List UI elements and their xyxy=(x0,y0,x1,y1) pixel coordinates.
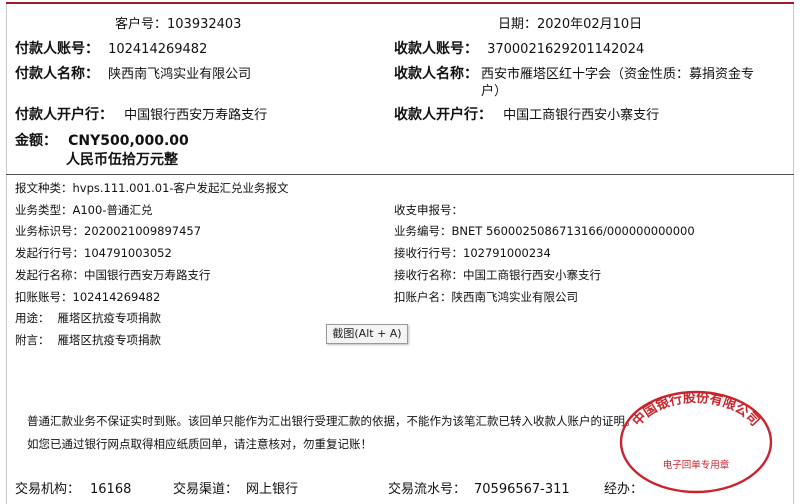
transaction-channel-value: 网上银行 xyxy=(246,482,299,497)
receiving-bank-name: 接收行名称：中国工商银行西安小寨支行 xyxy=(394,267,601,283)
business-number-value: BNET 5600025086713166/000000000000 xyxy=(451,224,695,238)
sending-bank-name-label: 发起行名称： xyxy=(15,268,84,282)
amount: 金额： CNY500,000.00 xyxy=(15,130,189,150)
receiving-bank-number-value: 102791000234 xyxy=(463,246,551,260)
customer-number-value: 103932403 xyxy=(167,17,242,32)
message-type: 报文种类：hvps.111.001.01-客户发起汇兑业务报文 xyxy=(15,180,289,196)
debit-account: 扣账账号：102414269482 xyxy=(15,289,160,305)
business-id-label: 业务标识号： xyxy=(15,224,84,238)
purpose-label: 用途： xyxy=(15,311,50,325)
purpose: 用途： 雁塔区抗疫专项捐款 xyxy=(15,310,161,326)
payer-bank: 付款人开户行： 中国银行西安万寿路支行 xyxy=(15,104,267,124)
payee-bank: 收款人开户行： 中国工商银行西安小寨支行 xyxy=(394,104,659,124)
message-type-value: hvps.111.001.01-客户发起汇兑业务报文 xyxy=(72,181,289,195)
receiving-bank-number: 接收行行号：102791000234 xyxy=(394,245,551,261)
customer-number: 客户号：103932403 xyxy=(115,13,241,32)
debit-account-name: 扣账户名：陕西南飞鸿实业有限公司 xyxy=(394,289,578,305)
postscript-value: 雁塔区抗疫专项捐款 xyxy=(57,333,162,347)
bank-seal-stamp: 中国银行股份有限公司 电子回单专用章 xyxy=(619,390,773,494)
payer-name-value: 陕西南飞鸿实业有限公司 xyxy=(108,67,252,82)
transaction-channel-label: 交易渠道： xyxy=(173,482,239,497)
business-id: 业务标识号：2020021009897457 xyxy=(15,223,201,239)
postscript: 附言： 雁塔区抗疫专项捐款 xyxy=(15,332,161,348)
receipt-declaration-number-label: 收支申报号： xyxy=(394,203,463,217)
debit-account-name-label: 扣账户名： xyxy=(394,290,452,304)
payer-name: 付款人名称： 陕西南飞鸿实业有限公司 xyxy=(15,63,251,83)
transaction-org-value: 16168 xyxy=(90,482,132,497)
business-number: 业务编号：BNET 5600025086713166/000000000000 xyxy=(394,223,695,239)
customer-number-label: 客户号： xyxy=(115,17,168,32)
payee-account-label: 收款人账号： xyxy=(394,41,478,57)
sending-bank-name-value: 中国银行西安万寿路支行 xyxy=(84,268,211,282)
payee-bank-label: 收款人开户行： xyxy=(394,107,492,123)
screenshot-tooltip: 截图(Alt + A) xyxy=(326,324,408,344)
amount-label: 金额： xyxy=(15,133,57,149)
payee-account: 收款人账号： 3700021629201142024 xyxy=(394,38,644,58)
left-border xyxy=(6,4,7,504)
receipt-date: 日期：2020年02月10日 xyxy=(498,13,642,32)
payer-name-label: 付款人名称： xyxy=(15,66,99,82)
sending-bank-number-value: 104791003052 xyxy=(84,246,172,260)
receiving-bank-number-label: 接收行行号： xyxy=(394,246,463,260)
receipt-declaration-number: 收支申报号： xyxy=(394,202,463,218)
message-type-label: 报文种类： xyxy=(15,181,73,195)
transaction-channel: 交易渠道： 网上银行 xyxy=(173,478,298,497)
postscript-label: 附言： xyxy=(15,333,50,347)
debit-account-name-value: 陕西南飞鸿实业有限公司 xyxy=(451,290,579,304)
sending-bank-number: 发起行行号：104791003052 xyxy=(15,245,172,261)
payee-name-line2: 户） xyxy=(481,84,508,99)
seal-bottom-text: 电子回单专用章 xyxy=(663,459,730,471)
business-type-label: 业务类型： xyxy=(15,203,73,217)
payee-name-label: 收款人名称： xyxy=(394,66,478,82)
seal-top-text: 中国银行股份有限公司 xyxy=(629,390,762,429)
right-border xyxy=(793,4,794,504)
payee-name-line1: 西安市雁塔区红十字会（资金性质：募捐资金专 xyxy=(481,67,755,82)
sending-bank-name: 发起行名称：中国银行西安万寿路支行 xyxy=(15,267,211,283)
payee-name: 收款人名称： xyxy=(394,63,478,83)
transaction-serial-value: 70596567-311 xyxy=(474,482,570,497)
payer-account-value: 102414269482 xyxy=(108,42,208,57)
purpose-value: 雁塔区抗疫专项捐款 xyxy=(57,311,162,325)
top-border xyxy=(6,2,794,4)
business-type-value: A100-普通汇兑 xyxy=(72,203,153,217)
date-label: 日期： xyxy=(498,17,538,32)
receiving-bank-name-label: 接收行名称： xyxy=(394,268,463,282)
transaction-serial-label: 交易流水号： xyxy=(388,482,467,497)
payer-bank-label: 付款人开户行： xyxy=(15,107,113,123)
notice-line-1: 普通汇款业务不保证实时到账。该回单只能作为汇出银行受理汇款的依据，不能作为该笔汇… xyxy=(27,414,637,428)
payee-account-value: 3700021629201142024 xyxy=(487,42,645,57)
date-value: 2020年02月10日 xyxy=(537,17,643,32)
transaction-org: 交易机构： 16168 xyxy=(15,478,131,497)
debit-account-label: 扣账账号： xyxy=(15,290,73,304)
payee-bank-value: 中国工商银行西安小寨支行 xyxy=(503,108,660,123)
debit-account-value: 102414269482 xyxy=(72,290,161,304)
business-id-value: 2020021009897457 xyxy=(84,224,202,238)
payer-bank-value: 中国银行西安万寿路支行 xyxy=(124,108,268,123)
receiving-bank-name-value: 中国工商银行西安小寨支行 xyxy=(463,268,601,282)
payer-account: 付款人账号： 102414269482 xyxy=(15,38,207,58)
business-type: 业务类型：A100-普通汇兑 xyxy=(15,202,152,218)
payer-account-label: 付款人账号： xyxy=(15,41,99,57)
notice-line-2: 如您已通过银行网点取得相应纸质回单，请注意核对，勿重复记账！ xyxy=(27,437,372,451)
amount-value: CNY500,000.00 xyxy=(68,133,189,149)
section-divider xyxy=(6,174,794,175)
transaction-serial: 交易流水号： 70596567-311 xyxy=(388,478,570,497)
amount-in-words: 人民币伍拾万元整 xyxy=(66,152,178,168)
transaction-org-label: 交易机构： xyxy=(15,482,81,497)
business-number-label: 业务编号： xyxy=(394,224,452,238)
sending-bank-number-label: 发起行行号： xyxy=(15,246,84,260)
